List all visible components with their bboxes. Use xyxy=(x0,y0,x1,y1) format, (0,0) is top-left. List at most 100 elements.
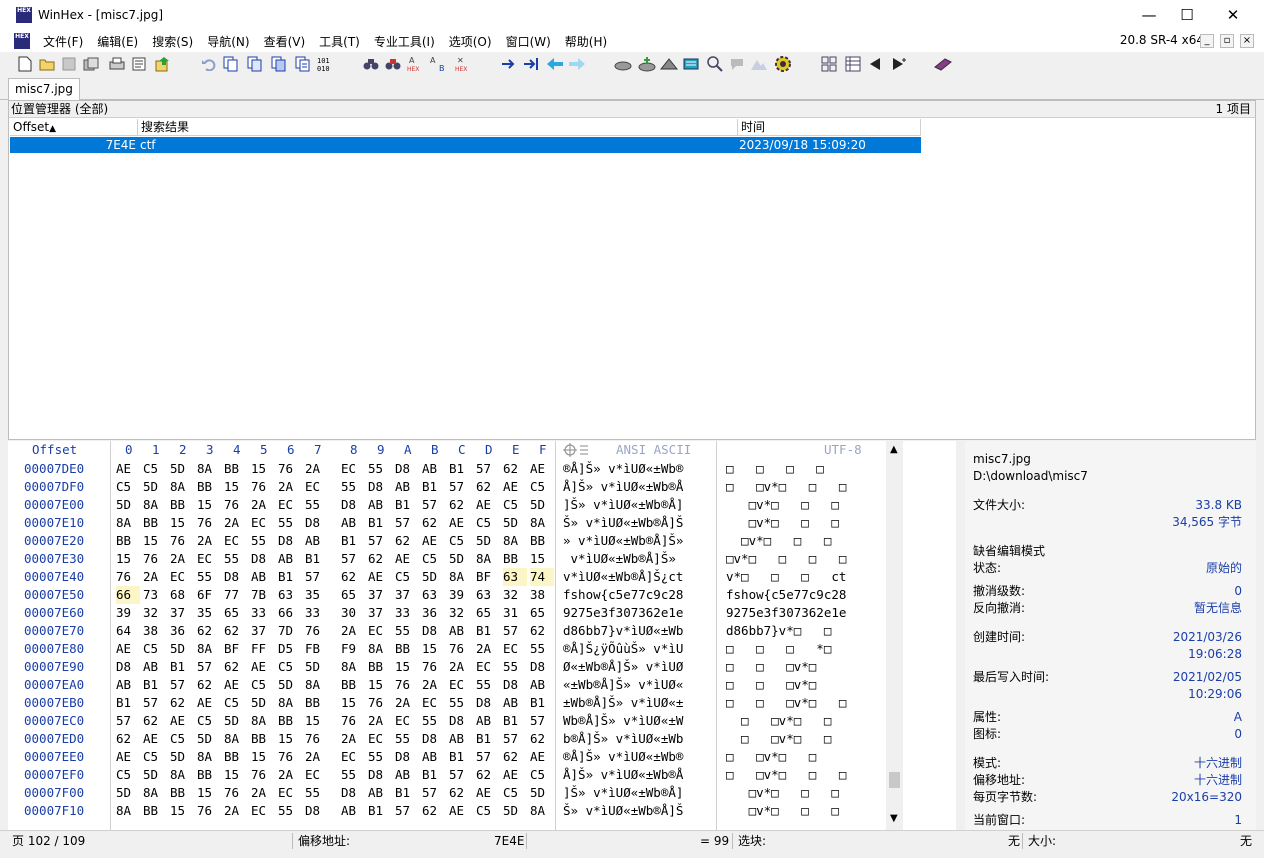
hex-byte[interactable]: D8 xyxy=(503,676,527,694)
properties-icon[interactable] xyxy=(130,55,148,73)
hex-byte[interactable]: 8A xyxy=(530,514,554,532)
hex-byte[interactable]: C5 xyxy=(422,550,446,568)
hex-byte[interactable]: AE xyxy=(476,784,500,802)
hex-byte[interactable]: C5 xyxy=(197,712,221,730)
hex-byte[interactable]: 15 xyxy=(197,784,221,802)
hex-byte[interactable]: EC xyxy=(476,658,500,676)
hex-byte[interactable]: 66 xyxy=(116,586,140,604)
hex-byte[interactable]: C5 xyxy=(116,766,140,784)
hex-byte[interactable]: 64 xyxy=(116,622,140,640)
open-ram-icon[interactable] xyxy=(638,55,656,73)
menu-search[interactable]: 搜索(S) xyxy=(145,33,200,50)
hex-byte[interactable]: 8A xyxy=(368,640,392,658)
hex-byte[interactable]: EC xyxy=(278,784,302,802)
hex-byte[interactable]: 55 xyxy=(422,712,446,730)
hex-byte[interactable]: 76 xyxy=(341,712,365,730)
hex-byte[interactable]: 5D xyxy=(503,514,527,532)
find-text-icon[interactable] xyxy=(362,55,380,73)
find-hex-icon[interactable] xyxy=(384,55,402,73)
hex-row[interactable]: 00007E50 66 73 68 6F 77 7B 63 35 65 37 37 63 39 63 32 38… xyxy=(8,586,956,604)
hex-byte[interactable]: 15 xyxy=(395,658,419,676)
hex-byte[interactable]: BB xyxy=(305,694,329,712)
hex-byte[interactable]: EC xyxy=(224,532,248,550)
hex-byte[interactable]: B1 xyxy=(305,550,329,568)
hex-byte[interactable]: 62 xyxy=(476,766,500,784)
hex-byte[interactable]: AB xyxy=(341,514,365,532)
close-button[interactable]: ✕ xyxy=(1210,0,1256,30)
ansi-text[interactable]: 9275e3f307362e1e xyxy=(563,604,683,622)
hex-byte[interactable]: BB xyxy=(170,496,194,514)
hex-byte[interactable]: C5 xyxy=(530,766,554,784)
hex-byte[interactable]: 57 xyxy=(170,676,194,694)
hex-row[interactable]: 00007E80 AE C5 5D 8A BF FF D5 FB F9 8A BB 15 76 2A EC 55… xyxy=(8,640,956,658)
hex-byte[interactable]: 62 xyxy=(341,568,365,586)
hex-byte[interactable]: 5D xyxy=(251,694,275,712)
ansi-text[interactable]: Š» v*ìUØ«±Wb®Å]Š xyxy=(563,514,683,532)
hex-byte[interactable]: BB xyxy=(368,658,392,676)
hex-byte[interactable]: B1 xyxy=(395,784,419,802)
scrollbar-thumb[interactable] xyxy=(889,772,900,788)
ansi-text[interactable]: Å]Š» v*ìUØ«±Wb®Å xyxy=(563,478,683,496)
ansi-text[interactable]: «±Wb®Å]Š» v*ìUØ« xyxy=(563,676,683,694)
hex-byte[interactable]: BB xyxy=(197,478,221,496)
hex-byte[interactable]: 62 xyxy=(530,622,554,640)
hex-row[interactable]: 00007E20 BB 15 76 2A EC 55 D8 AB B1 57 62 AE C5 5D 8A BB… xyxy=(8,532,956,550)
hex-byte[interactable]: EC xyxy=(278,496,302,514)
hex-byte[interactable]: AB xyxy=(422,748,446,766)
hex-byte[interactable]: C5 xyxy=(449,532,473,550)
hex-byte[interactable]: 2A xyxy=(449,658,473,676)
hex-byte[interactable]: D8 xyxy=(341,496,365,514)
hex-byte[interactable]: 8A xyxy=(116,802,140,820)
hex-byte[interactable]: 32 xyxy=(449,604,473,622)
hex-byte[interactable]: BF xyxy=(224,640,248,658)
hex-byte[interactable]: 57 xyxy=(422,496,446,514)
hex-byte[interactable]: AE xyxy=(395,550,419,568)
ansi-text[interactable]: Å]Š» v*ìUØ«±Wb®Å xyxy=(563,766,683,784)
hex-byte[interactable]: 8A xyxy=(143,496,167,514)
crosshair-icon[interactable] xyxy=(560,441,592,459)
ansi-text[interactable]: ±Wb®Å]Š» v*ìUØ«± xyxy=(563,694,683,712)
hex-byte[interactable]: 39 xyxy=(449,586,473,604)
hex-byte[interactable]: 57 xyxy=(368,532,392,550)
hex-byte[interactable]: 57 xyxy=(395,514,419,532)
hex-byte[interactable]: 2A xyxy=(395,694,419,712)
ansi-text[interactable]: ®Å]Š» v*ìUØ«±Wb® xyxy=(563,748,683,766)
hex-byte[interactable]: 76 xyxy=(224,784,248,802)
hex-byte[interactable]: 5D xyxy=(197,730,221,748)
hex-row[interactable]: 00007E00 5D 8A BB 15 76 2A EC 55 D8 AB B1 57 62 AE C5 5D… xyxy=(8,496,956,514)
menu-edit[interactable]: 编辑(E) xyxy=(90,33,145,50)
hex-byte[interactable]: AE xyxy=(170,712,194,730)
hex-byte[interactable]: D8 xyxy=(395,748,419,766)
hex-byte[interactable]: 36 xyxy=(422,604,446,622)
hex-byte[interactable]: AE xyxy=(476,496,500,514)
hex-byte[interactable]: 63 xyxy=(422,586,446,604)
hex-byte[interactable]: 5D xyxy=(170,640,194,658)
hex-byte[interactable]: 62 xyxy=(170,694,194,712)
hex-byte[interactable]: 2A xyxy=(278,478,302,496)
hex-byte[interactable]: 8A xyxy=(503,532,527,550)
new-file-icon[interactable] xyxy=(16,55,34,73)
paste-write-icon[interactable] xyxy=(294,55,312,73)
ansi-text[interactable]: Ø«±Wb®Å]Š» v*ìUØ xyxy=(563,658,683,676)
hex-byte[interactable]: 62 xyxy=(530,730,554,748)
hex-byte[interactable]: BB xyxy=(143,802,167,820)
hex-byte[interactable]: EC xyxy=(368,730,392,748)
hex-byte[interactable]: 33 xyxy=(305,604,329,622)
hex-byte[interactable]: 15 xyxy=(116,550,140,568)
hex-byte[interactable]: 55 xyxy=(395,730,419,748)
hex-byte[interactable]: 62 xyxy=(476,478,500,496)
options-icon[interactable] xyxy=(820,55,838,73)
hex-byte[interactable]: 57 xyxy=(341,550,365,568)
utf8-text[interactable]: fshow{c5e77c9c28 xyxy=(726,586,846,604)
hex-byte[interactable]: D8 xyxy=(305,802,329,820)
utf8-text[interactable]: □v*□ □ □ xyxy=(726,532,831,550)
ansi-text[interactable]: fshow{c5e77c9c28 xyxy=(563,586,683,604)
hex-byte[interactable]: D8 xyxy=(476,694,500,712)
hex-byte[interactable]: EC xyxy=(422,694,446,712)
hex-byte[interactable]: 5D xyxy=(305,658,329,676)
hex-byte[interactable]: AE xyxy=(503,766,527,784)
hex-byte[interactable]: 15 xyxy=(341,694,365,712)
hex-byte[interactable]: 62 xyxy=(197,622,221,640)
hex-byte[interactable]: FB xyxy=(305,640,329,658)
menu-navigate[interactable]: 导航(N) xyxy=(200,33,256,50)
